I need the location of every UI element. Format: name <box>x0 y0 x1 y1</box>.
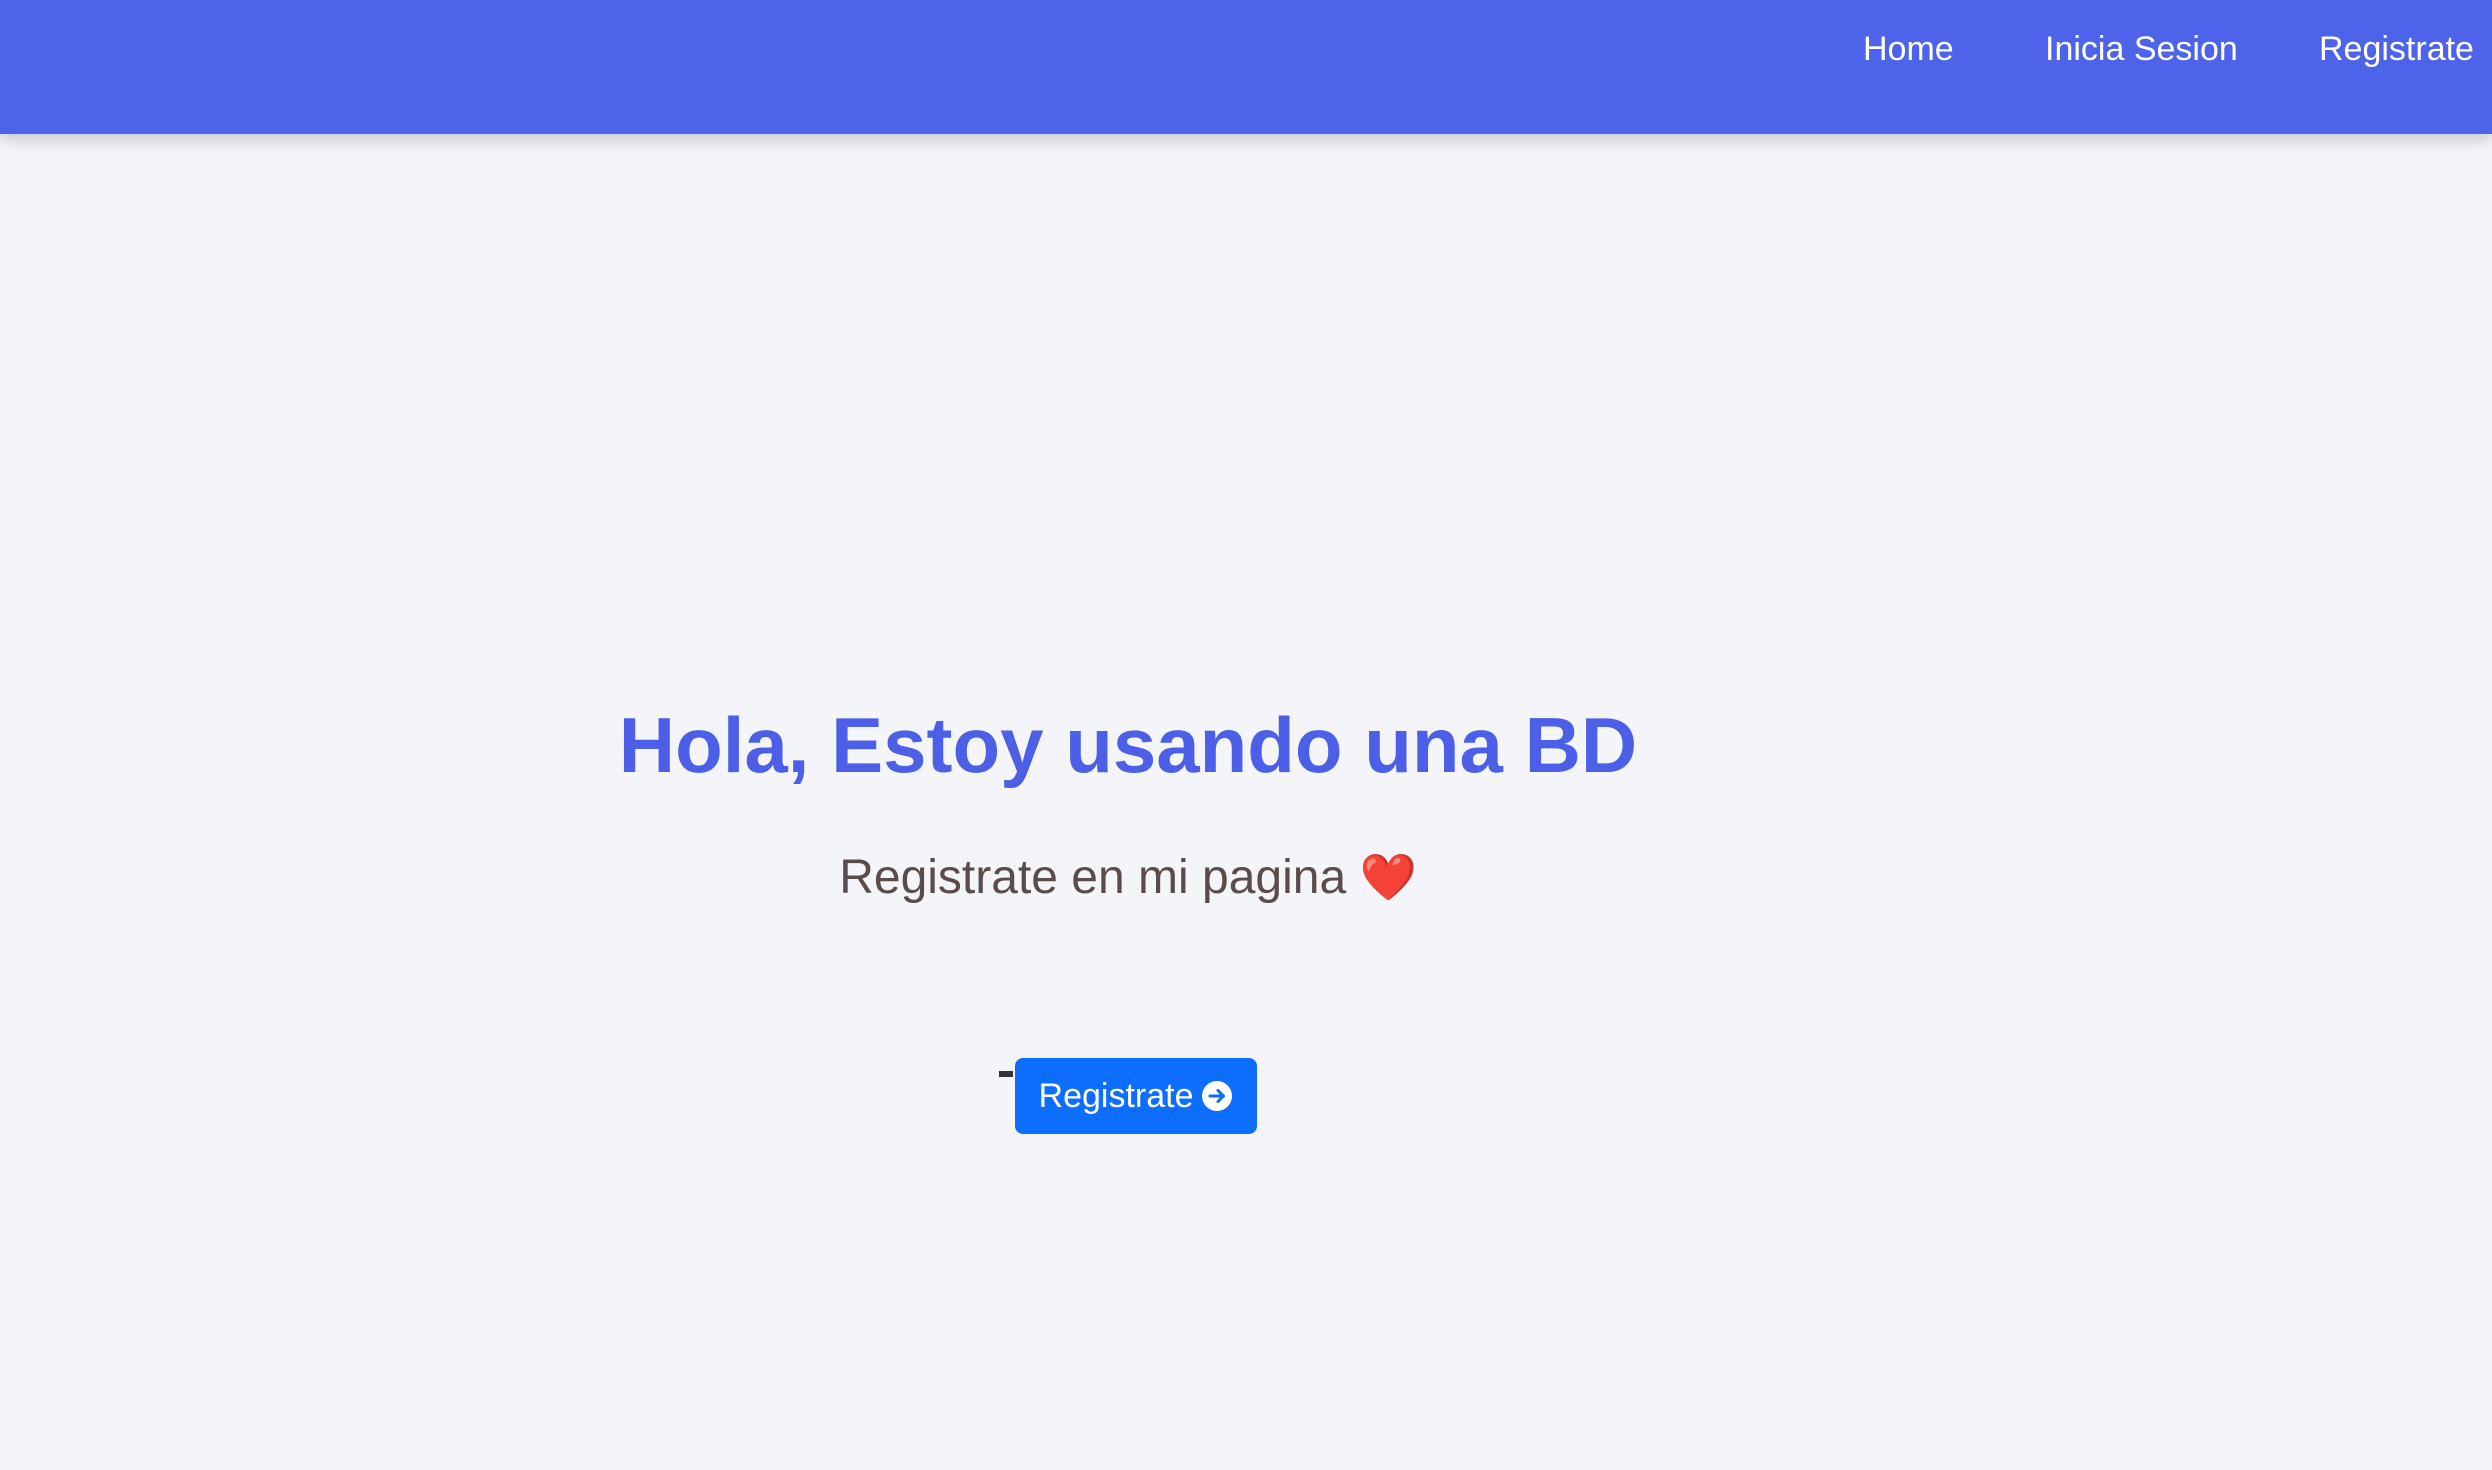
nav-link-login[interactable]: Inicia Sesion <box>2045 30 2238 69</box>
arrow-right-circle-icon <box>1201 1080 1233 1112</box>
hero-subtitle-text: Registrate en mi pagina <box>839 851 1347 904</box>
hero-title: Hola, Estoy usando una BD <box>618 701 1638 789</box>
register-button[interactable]: Registrate <box>1015 1058 1257 1134</box>
register-button-label: Registrate <box>1038 1076 1194 1115</box>
mouse-cursor <box>999 1071 1013 1077</box>
navbar: Home Inicia Sesion Registrate <box>0 0 2492 134</box>
nav-link-register[interactable]: Registrate <box>2319 30 2474 69</box>
hero-subtitle: Registrate en mi pagina ❤️ <box>0 850 2256 905</box>
heart-icon: ❤️ <box>1359 850 1417 904</box>
hero-section: Hola, Estoy usando una BD Registrate en … <box>0 134 2492 1470</box>
nav-link-home[interactable]: Home <box>1863 30 1954 69</box>
